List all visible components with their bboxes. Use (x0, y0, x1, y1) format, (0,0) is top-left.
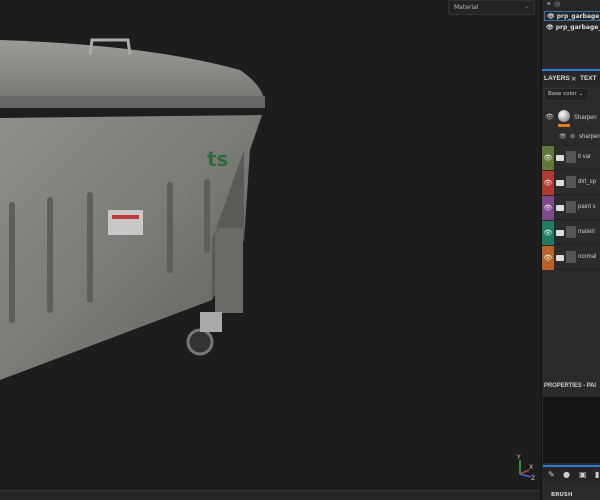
properties-panel (543, 397, 600, 463)
garbage-container-model: ts (0, 38, 265, 380)
layer-thumbnail (566, 176, 576, 188)
layer-thumbnail (566, 151, 576, 163)
eye-icon[interactable]: 👁 (542, 171, 554, 195)
layer-name: normal (578, 254, 597, 260)
texture-set-item[interactable]: 👁 prp_garbage_c (544, 11, 600, 21)
texture-set-name: prp_garbage_c (556, 13, 600, 20)
effect-name: sharpen (579, 134, 600, 140)
eye-icon[interactable]: 👁 (542, 146, 554, 170)
eye-icon[interactable]: 👁 (542, 246, 554, 270)
axis-y-label: Y (516, 454, 521, 461)
layer-name: lt var (578, 154, 592, 160)
texture-set-tool-icons[interactable]: ⚭ ◎ (546, 0, 560, 8)
layer-folder[interactable]: 👁 paint s (542, 196, 600, 220)
folder-icon (556, 205, 564, 211)
folder-icon (556, 180, 564, 186)
eye-icon[interactable]: 👁 (559, 133, 567, 140)
display-mode-dropdown[interactable]: Material ⌄ (448, 0, 535, 15)
3d-viewport[interactable]: ts Material ⌄ Y X Z (0, 0, 540, 490)
layer-thumbnail (566, 251, 576, 263)
filter-icon: ⊜ (570, 133, 576, 140)
layer-name: dirt_sp (578, 179, 597, 185)
brush-section-title: BRUSH (551, 492, 573, 498)
channel-dropdown[interactable]: Base color ⌄ (544, 88, 589, 101)
stamp-icon[interactable]: ▣ (579, 470, 587, 479)
layer-sharpen[interactable]: 👁 Sharpen 👁 ⊜ sharpen (542, 106, 600, 146)
texture-set-list: ⚭ ◎ 👁 prp_garbage_c 👁 prp_garbage_c (542, 0, 600, 66)
layer-folder[interactable]: 👁 dirt_sp (542, 171, 600, 195)
folder-icon (556, 230, 564, 236)
axis-gizmo: Y X Z (516, 454, 535, 480)
chevron-down-icon: ⌄ (578, 91, 584, 97)
layer-folder[interactable]: 👁 lt var (542, 146, 600, 170)
eye-icon[interactable]: 👁 (542, 221, 554, 245)
texture-set-name: prp_garbage_c (555, 24, 600, 31)
tool-toolbar: ✎ ● ▣ ▮ (543, 465, 600, 483)
sphere-icon[interactable]: ● (563, 470, 570, 479)
layer-thumbnail (566, 226, 576, 238)
layer-name: materi (578, 229, 595, 235)
folder-icon (556, 255, 564, 261)
properties-title: PROPERTIES - PAI (544, 383, 596, 389)
layer-name: Sharpen (574, 115, 597, 121)
axis-z-label: Z (531, 475, 535, 480)
status-bar (0, 490, 540, 500)
eye-icon[interactable]: 👁 (545, 113, 554, 121)
layer-name: paint s (578, 204, 596, 210)
svg-text:ts: ts (207, 147, 228, 171)
channel-value: Base color (548, 91, 577, 97)
selection-bar (558, 124, 570, 127)
layer-folder[interactable]: 👁 materi (542, 221, 600, 245)
tab-textures[interactable]: TEXT (580, 75, 597, 82)
chevron-down-icon: ⌄ (523, 3, 529, 10)
display-mode-value: Material (454, 4, 479, 11)
close-icon[interactable]: ✕ (571, 75, 576, 83)
folder-icon (556, 155, 564, 161)
brush-icon[interactable]: ✎ (548, 470, 555, 479)
more-icon[interactable]: ▮ (595, 470, 599, 479)
eye-icon[interactable]: 👁 (542, 196, 554, 220)
axis-x-label: X (529, 464, 533, 471)
layer-folder[interactable]: 👁 normal (542, 246, 600, 270)
right-panel: ⚭ ◎ 👁 prp_garbage_c 👁 prp_garbage_c LAYE… (541, 0, 600, 500)
panel-tabs: LAYERS ✕ TEXT (542, 69, 600, 85)
layer-thumbnail (566, 201, 576, 213)
tab-layers[interactable]: LAYERS (544, 75, 570, 82)
texture-set-item[interactable]: 👁 prp_garbage_c (544, 23, 600, 33)
sphere-icon (558, 110, 570, 122)
